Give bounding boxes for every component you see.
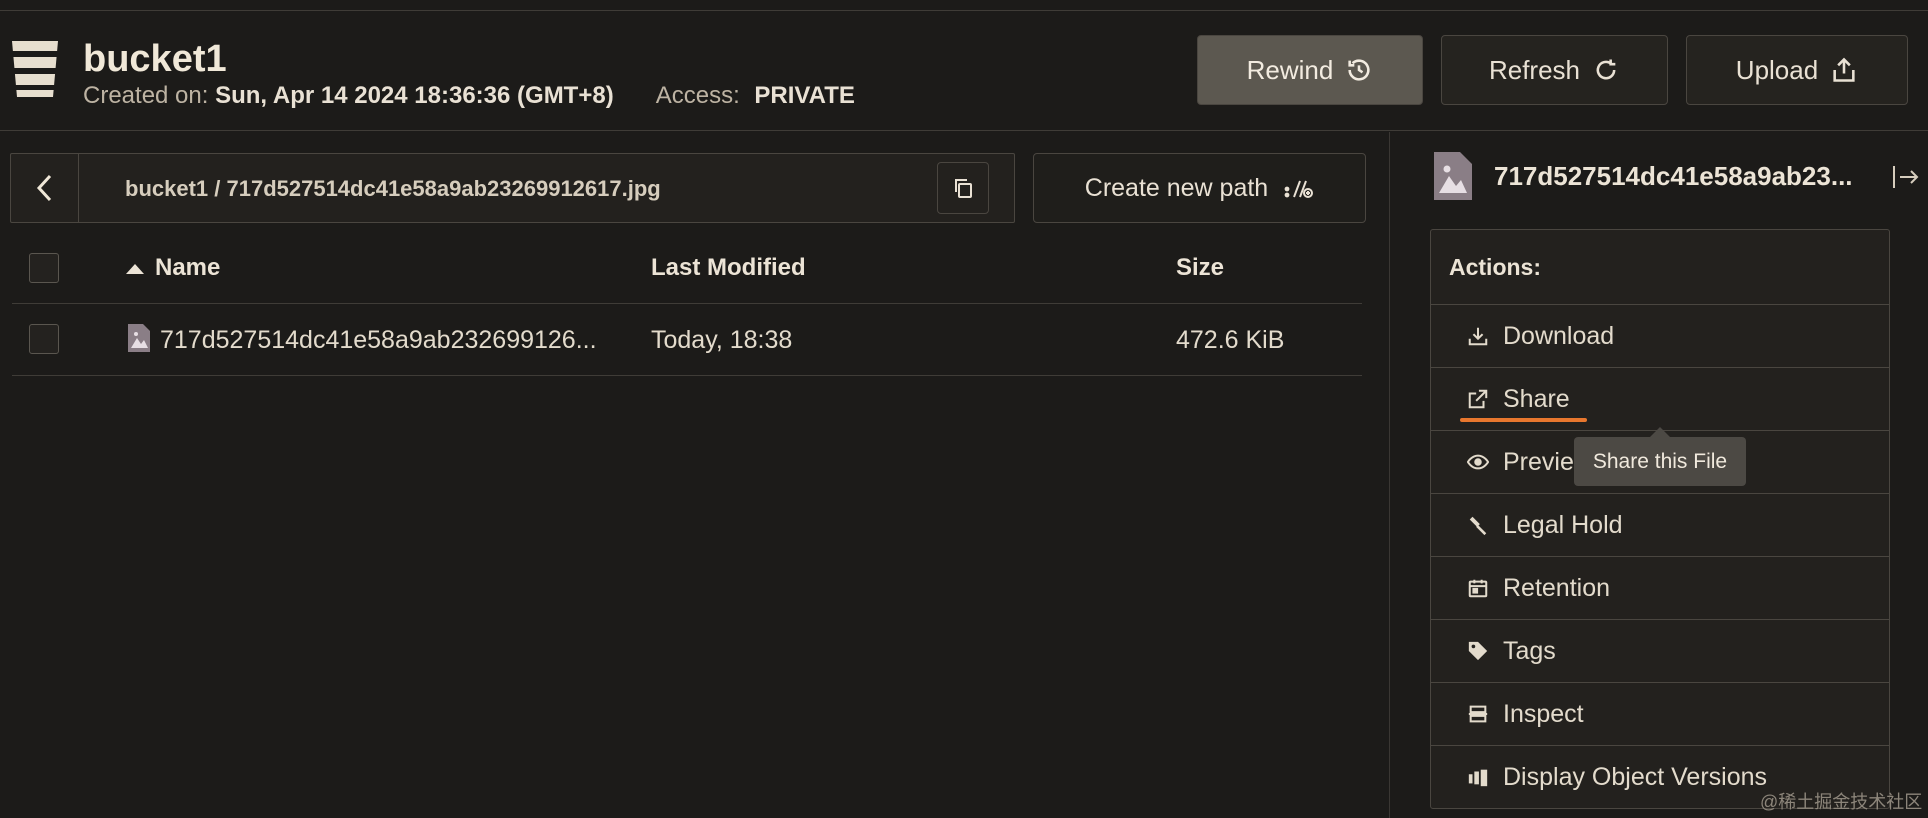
bucket-meta: Created on: Sun, Apr 14 2024 18:36:36 (G… bbox=[83, 82, 855, 110]
retention-action[interactable]: Retention bbox=[1431, 557, 1889, 620]
tags-label: Tags bbox=[1503, 636, 1556, 665]
file-name[interactable]: 717d527514dc41e58a9ab232699126... bbox=[160, 326, 597, 355]
watermark: @稀土掘金技术社区 bbox=[1760, 792, 1923, 812]
share-tooltip: Share this File bbox=[1574, 437, 1746, 486]
copy-path-button[interactable] bbox=[937, 162, 989, 214]
history-icon bbox=[1348, 59, 1370, 81]
bucket-header: bucket1 Created on: Sun, Apr 14 2024 18:… bbox=[0, 11, 1928, 131]
share-underline-highlight bbox=[1460, 418, 1587, 422]
breadcrumb[interactable]: bucket1 / 717d527514dc41e58a9ab232699126… bbox=[125, 176, 661, 202]
create-new-path-button[interactable]: Create new path bbox=[1033, 153, 1366, 223]
copy-icon bbox=[955, 179, 972, 198]
column-name[interactable]: Name bbox=[155, 254, 220, 282]
rewind-label: Rewind bbox=[1246, 54, 1334, 85]
rewind-button[interactable]: Rewind bbox=[1197, 35, 1423, 105]
tag-icon bbox=[1468, 641, 1488, 661]
refresh-icon bbox=[1596, 59, 1616, 80]
inspect-icon bbox=[1468, 705, 1488, 723]
upload-label: Upload bbox=[1735, 54, 1819, 85]
upload-button[interactable]: Upload bbox=[1686, 35, 1908, 105]
display-object-versions-label: Display Object Versions bbox=[1503, 762, 1768, 791]
created-label: Created on: bbox=[83, 82, 209, 109]
chevron-left-icon bbox=[36, 174, 51, 202]
create-new-path-label: Create new path bbox=[1084, 173, 1269, 202]
tags-action[interactable]: Tags bbox=[1431, 620, 1889, 683]
column-size[interactable]: Size bbox=[1176, 254, 1224, 282]
row-checkbox[interactable] bbox=[29, 324, 59, 354]
actions-panel: Actions: Download Share Previe Legal Hol… bbox=[1430, 229, 1890, 809]
inspect-action[interactable]: Inspect bbox=[1431, 683, 1889, 746]
versions-icon bbox=[1468, 769, 1488, 787]
detail-file-title: 717d527514dc41e58a9ab23... bbox=[1494, 161, 1853, 191]
share-icon bbox=[1468, 389, 1488, 409]
download-action[interactable]: Download bbox=[1431, 305, 1889, 368]
share-label: Share bbox=[1503, 384, 1570, 413]
image-file-icon bbox=[1434, 152, 1472, 200]
calendar-icon bbox=[1468, 579, 1488, 598]
file-size: 472.6 KiB bbox=[1176, 326, 1285, 354]
actions-title: Actions: bbox=[1431, 230, 1889, 305]
image-file-icon bbox=[128, 324, 150, 352]
sort-asc-icon[interactable] bbox=[126, 264, 144, 274]
access-label: Access: bbox=[655, 82, 740, 109]
preview-label: Previe bbox=[1503, 447, 1574, 476]
bucket-icon bbox=[10, 41, 60, 97]
legal-hold-label: Legal Hold bbox=[1503, 510, 1623, 539]
refresh-button[interactable]: Refresh bbox=[1441, 35, 1668, 105]
retention-label: Retention bbox=[1503, 573, 1611, 602]
inspect-label: Inspect bbox=[1503, 699, 1584, 728]
file-last-modified: Today, 18:38 bbox=[651, 326, 793, 354]
select-all-checkbox[interactable] bbox=[29, 253, 59, 283]
column-last-modified[interactable]: Last Modified bbox=[651, 254, 806, 282]
close-panel-icon[interactable] bbox=[1892, 164, 1920, 190]
created-value: Sun, Apr 14 2024 18:36:36 (GMT+8) bbox=[215, 82, 614, 109]
download-label: Download bbox=[1503, 321, 1615, 350]
gavel-icon bbox=[1469, 516, 1487, 536]
bucket-title: bucket1 bbox=[83, 38, 227, 80]
eye-icon bbox=[1467, 454, 1489, 470]
table-header: Name Last Modified Size bbox=[12, 232, 1362, 304]
tooltip-arrow bbox=[1650, 427, 1670, 437]
table-row[interactable]: 717d527514dc41e58a9ab232699126... Today,… bbox=[12, 304, 1362, 376]
back-button[interactable] bbox=[11, 154, 79, 222]
breadcrumb-bar: bucket1 / 717d527514dc41e58a9ab232699126… bbox=[10, 153, 1015, 223]
upload-icon bbox=[1833, 57, 1855, 82]
access-value: PRIVATE bbox=[754, 82, 855, 109]
download-icon bbox=[1468, 327, 1488, 346]
refresh-label: Refresh bbox=[1488, 54, 1581, 85]
legal-hold-action[interactable]: Legal Hold bbox=[1431, 494, 1889, 557]
new-path-icon bbox=[1284, 180, 1314, 198]
panel-divider bbox=[1389, 132, 1390, 818]
